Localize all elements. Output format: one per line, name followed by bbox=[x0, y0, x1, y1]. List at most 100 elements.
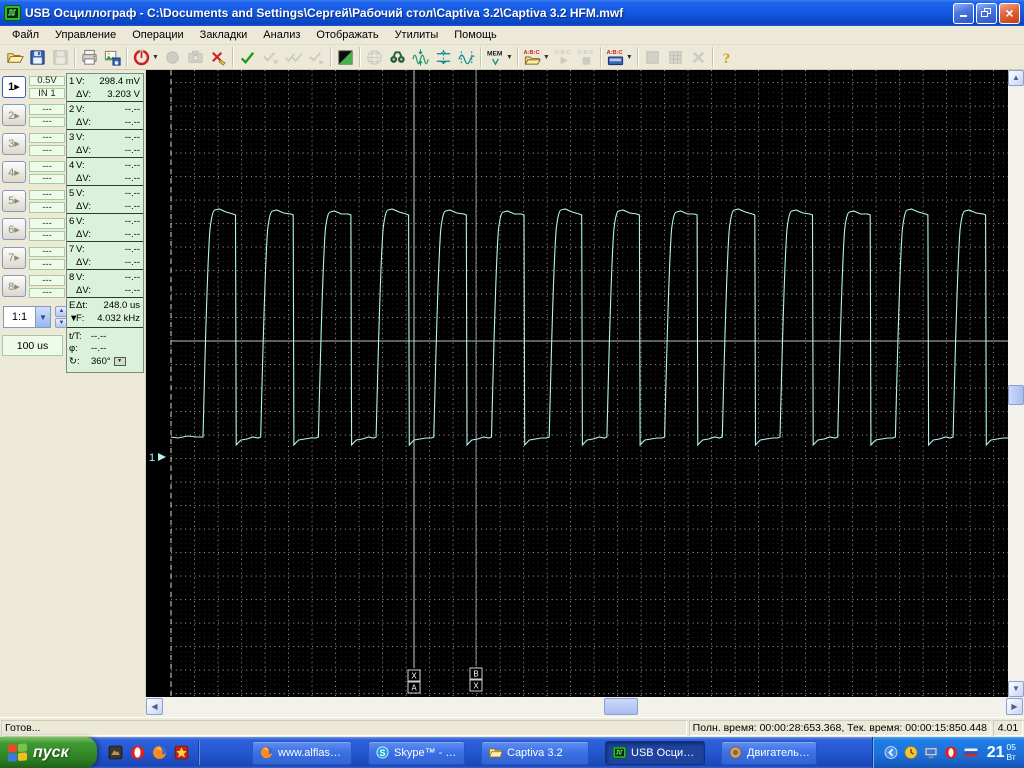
channel-3-button[interactable]: 3▸ bbox=[2, 133, 26, 155]
horizontal-scroll-thumb[interactable] bbox=[604, 698, 638, 715]
export-image-button[interactable] bbox=[101, 46, 124, 68]
channel-1-button[interactable]: 1▸ bbox=[2, 76, 26, 98]
chevron-down-icon[interactable]: ▼ bbox=[35, 307, 50, 327]
channel-8-range-field[interactable]: --- bbox=[29, 275, 65, 286]
fit-waveform-button[interactable] bbox=[409, 46, 432, 68]
toolbar-separator bbox=[74, 47, 76, 67]
task-button-4[interactable]: USB Осцилл... bbox=[605, 741, 705, 765]
cursor-b-label-marker[interactable]: B bbox=[470, 668, 482, 679]
channel-7-button[interactable]: 7▸ bbox=[2, 247, 26, 269]
channel-6-range-field[interactable]: --- bbox=[29, 218, 65, 229]
menu-item-utilities[interactable]: Утилиты bbox=[387, 27, 447, 43]
taskbar-divider bbox=[198, 741, 200, 765]
channel-2-range-field[interactable]: --- bbox=[29, 104, 65, 115]
channel-8-input-field[interactable]: --- bbox=[29, 288, 65, 299]
window-title: USB Осциллограф - C:\Documents and Setti… bbox=[25, 6, 953, 20]
channel-3-range-field[interactable]: --- bbox=[29, 133, 65, 144]
cursor-a-label-marker[interactable]: A bbox=[408, 682, 420, 693]
menu-item-control[interactable]: Управление bbox=[47, 27, 124, 43]
cursor-levels-button[interactable] bbox=[432, 46, 455, 68]
vertical-scroll-thumb[interactable] bbox=[1008, 385, 1024, 405]
abc-panel-button[interactable]: A:B:C▼ bbox=[604, 46, 635, 68]
stop-power-button[interactable]: ▼ bbox=[130, 46, 161, 68]
printer-button[interactable] bbox=[78, 46, 101, 68]
channel-4-button[interactable]: 4▸ bbox=[2, 161, 26, 183]
abc-open-button[interactable]: A:B:C▼ bbox=[521, 46, 552, 68]
help-button[interactable]: ? bbox=[716, 46, 739, 68]
cursor-wave-button[interactable] bbox=[455, 46, 478, 68]
timebase-field[interactable]: 100 us bbox=[2, 335, 63, 356]
menu-item-analysis[interactable]: Анализ bbox=[255, 27, 308, 43]
task-button-1[interactable]: www.alflash... bbox=[252, 741, 352, 765]
channel-1-input-field[interactable]: IN 1 bbox=[29, 88, 65, 99]
save-floppy-button[interactable] bbox=[26, 46, 49, 68]
chevron-down-icon[interactable]: ▼ bbox=[506, 54, 513, 61]
chevron-left-icon[interactable] bbox=[883, 745, 899, 761]
horizontal-scrollbar[interactable]: ◀ ▶ bbox=[146, 697, 1024, 717]
start-button[interactable]: пуск bbox=[0, 737, 97, 768]
clock-tray-icon[interactable] bbox=[903, 745, 919, 761]
channel-5-input-field[interactable]: --- bbox=[29, 202, 65, 213]
ru-flag-icon[interactable] bbox=[963, 745, 979, 761]
chevron-down-icon[interactable]: ▼ bbox=[626, 54, 633, 61]
opera-tray-icon[interactable] bbox=[943, 745, 959, 761]
menu-item-display[interactable]: Отображать bbox=[308, 27, 386, 43]
cursor-b-x-marker[interactable]: X bbox=[470, 680, 482, 691]
scroll-down-icon[interactable]: ▼ bbox=[1008, 681, 1024, 697]
measure-channel-2: 2V:--.--ΔV:--.-- bbox=[67, 102, 143, 130]
channel-5-button[interactable]: 5▸ bbox=[2, 190, 26, 212]
minimize-button[interactable] bbox=[953, 3, 974, 24]
channel-1-range-field[interactable]: 0.5V bbox=[29, 76, 65, 87]
vertical-scrollbar[interactable]: ▲ ▼ bbox=[1008, 70, 1024, 697]
status-time-info: Полн. время: 00:00:28:653.368, Тек. врем… bbox=[689, 720, 991, 736]
display-tray-icon[interactable] bbox=[923, 745, 939, 761]
task-button-3[interactable]: Captiva 3.2 bbox=[481, 741, 589, 765]
channel-6-input-field[interactable]: --- bbox=[29, 231, 65, 242]
system-tray: 2105Вт bbox=[872, 737, 1024, 768]
phase-dropdown[interactable]: ▼ bbox=[114, 357, 126, 366]
scroll-up-icon[interactable]: ▲ bbox=[1008, 70, 1024, 86]
dark-app-icon[interactable] bbox=[107, 744, 124, 761]
channel-3-input-field[interactable]: --- bbox=[29, 145, 65, 156]
channel-2-button[interactable]: 2▸ bbox=[2, 104, 26, 126]
task-button-5[interactable]: Двигатель ... bbox=[721, 741, 817, 765]
chevron-down-icon[interactable]: ▼ bbox=[543, 54, 550, 61]
restore-button[interactable] bbox=[976, 3, 997, 24]
channel-7-input-field[interactable]: --- bbox=[29, 259, 65, 270]
task-button-2[interactable]: SSkype™ - m... bbox=[368, 741, 465, 765]
channel-4-input-field[interactable]: --- bbox=[29, 174, 65, 185]
toolbar-separator bbox=[232, 47, 234, 67]
open-folder-button[interactable] bbox=[3, 46, 26, 68]
menu-item-operations[interactable]: Операции bbox=[124, 27, 191, 43]
channel-7-range-field[interactable]: --- bbox=[29, 247, 65, 258]
scroll-left-icon[interactable]: ◀ bbox=[146, 698, 163, 715]
oscilloscope-display[interactable]: 1XABX bbox=[146, 70, 1008, 697]
cursor-a-x-marker[interactable]: X bbox=[408, 670, 420, 681]
search-binoculars-button[interactable] bbox=[386, 46, 409, 68]
scroll-right-icon[interactable]: ▶ bbox=[1006, 698, 1023, 715]
check-double-button bbox=[282, 46, 305, 68]
skype-icon: S bbox=[375, 745, 390, 760]
measure-channel-6: 6V:--.--ΔV:--.-- bbox=[67, 214, 143, 242]
measure-phase-section: t/T:--.--φ:--.--↻:360°▼ bbox=[67, 328, 143, 370]
scale-combo[interactable]: 1:1 ▼ bbox=[3, 306, 51, 328]
chevron-down-icon[interactable]: ▼ bbox=[152, 54, 159, 61]
red-media-icon[interactable] bbox=[173, 744, 190, 761]
firefox-icon[interactable] bbox=[151, 744, 168, 761]
channel-8-button[interactable]: 8▸ bbox=[2, 275, 26, 297]
svg-text:A:B:C: A:B:C bbox=[577, 50, 593, 56]
channel-5-range-field[interactable]: --- bbox=[29, 190, 65, 201]
memory-button[interactable]: MEM▼ bbox=[484, 46, 515, 68]
close-button[interactable]: × bbox=[999, 3, 1020, 24]
menu-item-bookmarks[interactable]: Закладки bbox=[192, 27, 256, 43]
channel-6-button[interactable]: 6▸ bbox=[2, 218, 26, 240]
menu-item-help[interactable]: Помощь bbox=[446, 27, 505, 43]
channel-2-input-field[interactable]: --- bbox=[29, 117, 65, 128]
channel-4-range-field[interactable]: --- bbox=[29, 161, 65, 172]
delete-marks-button[interactable] bbox=[207, 46, 230, 68]
invert-colors-button[interactable] bbox=[334, 46, 357, 68]
opera-icon[interactable] bbox=[129, 744, 146, 761]
menu-item-file[interactable]: Файл bbox=[4, 27, 47, 43]
taskbar: пуск www.alflash... SSkype™ - m... Captiva… bbox=[0, 737, 1024, 768]
check-apply-button[interactable] bbox=[236, 46, 259, 68]
